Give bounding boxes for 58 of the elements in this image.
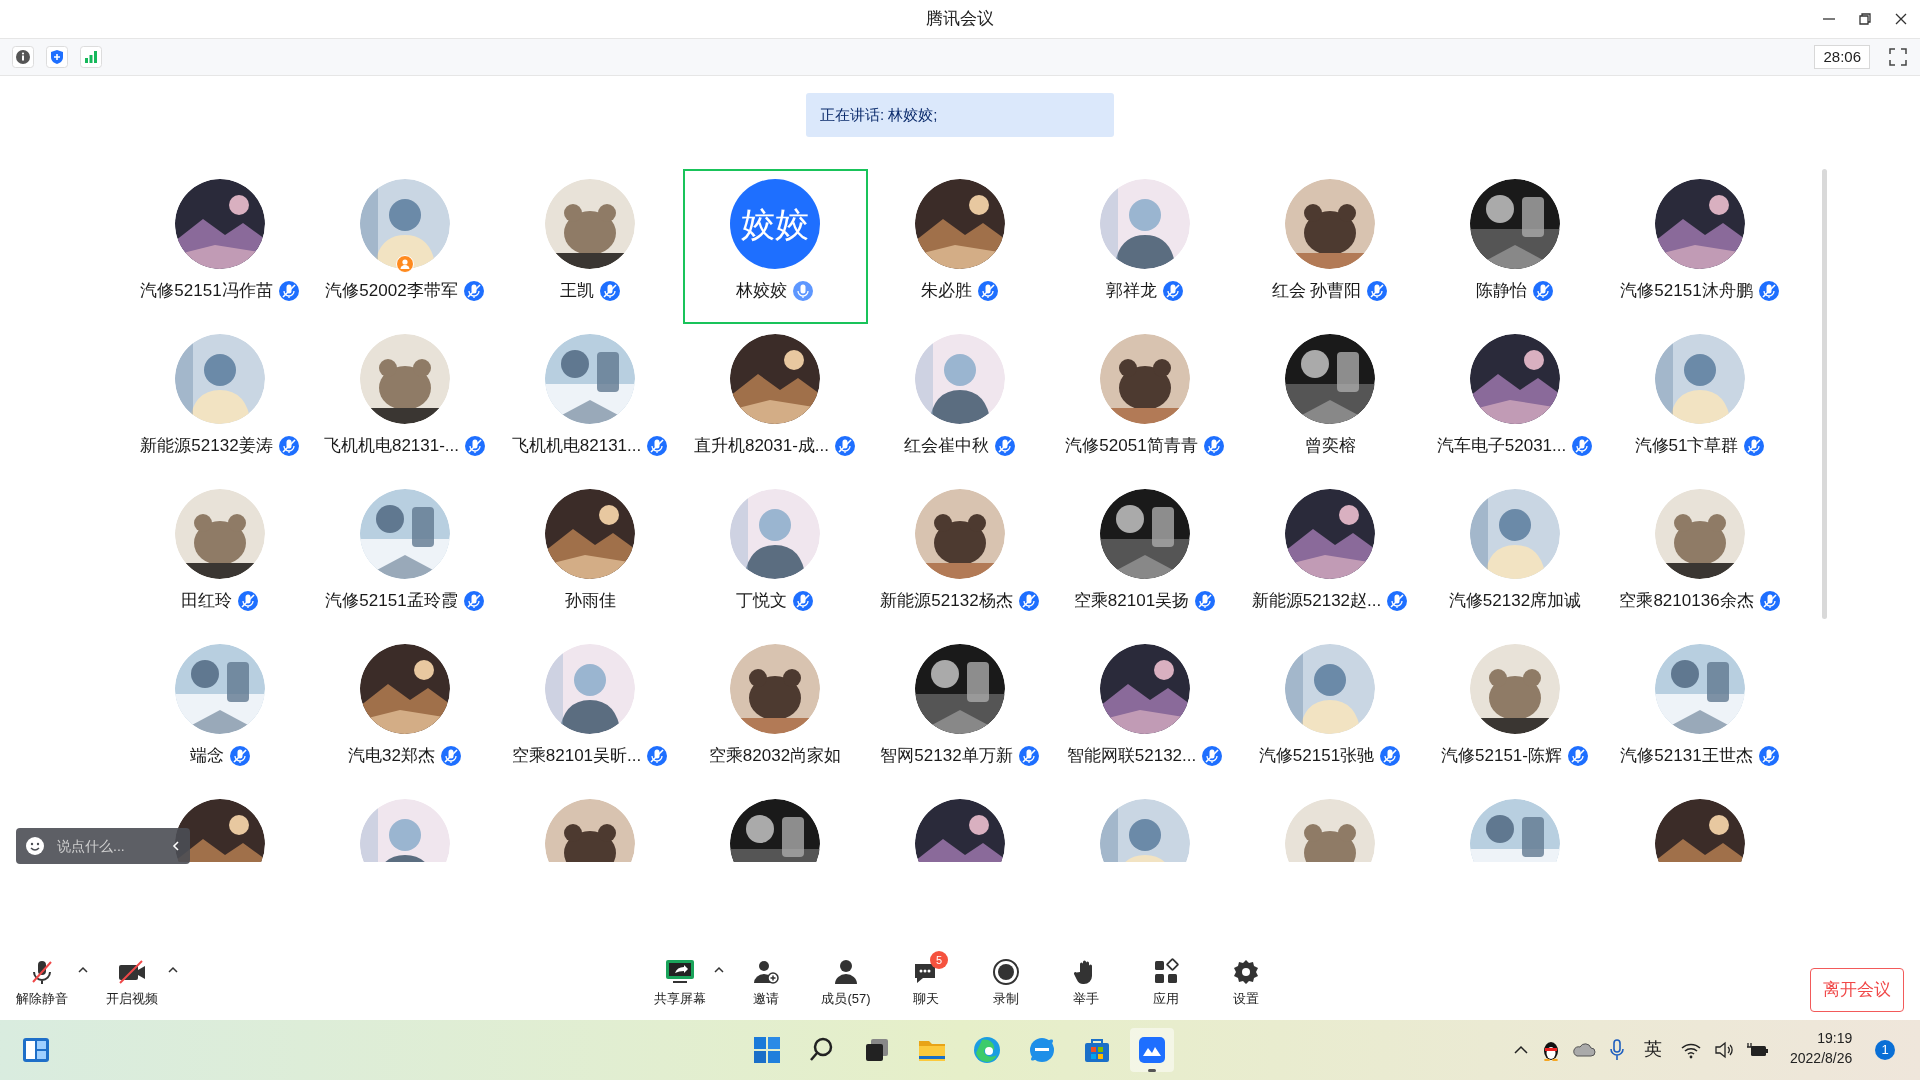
input-method-indicator[interactable]: 英: [1644, 1036, 1662, 1063]
participant-name: 直升机82031-成...: [693, 435, 830, 458]
participant-name: 田红玲: [181, 590, 232, 613]
toolbar-button[interactable]: 录制: [966, 950, 1046, 1009]
participant-name: 陈静怡: [1476, 280, 1527, 303]
toolbar-button[interactable]: 解除静音: [0, 950, 84, 1009]
participant-name: 空乘8210136余杰: [1619, 590, 1754, 613]
participant-name: 丁悦文: [736, 590, 787, 613]
participant-name: 汽车电子52031...: [1436, 435, 1567, 458]
participant-name: 王凯: [559, 280, 594, 303]
participant-name: 汽修52051简青青: [1065, 435, 1198, 458]
participant-name: 汽修52151-陈辉: [1441, 745, 1562, 768]
toolbar-button[interactable]: 成员(57): [806, 950, 886, 1009]
participant-name: 汽修52151冯作苗: [140, 280, 273, 303]
participant-name: 新能源52132赵...: [1251, 590, 1382, 613]
participant-name: 林姣姣: [736, 280, 787, 303]
notification-badge[interactable]: 1: [1875, 1040, 1895, 1060]
participant-name: 红会崔中秋: [904, 435, 989, 458]
participant-name: 曾奕榕: [1304, 435, 1356, 458]
meeting-timer: 28:06: [1814, 45, 1870, 69]
toolbar-button[interactable]: 开启视频: [90, 950, 174, 1009]
participant-name: 汽修52151张驰: [1258, 745, 1375, 768]
clock-date[interactable]: 2022/8/26: [1790, 1048, 1853, 1068]
toolbar-button[interactable]: 共享屏幕: [640, 950, 720, 1009]
participant-name: 郭祥龙: [1106, 280, 1157, 303]
avatar: 姣姣: [730, 179, 820, 269]
participant-name: 飞机机电82131...: [511, 435, 642, 458]
clock-time[interactable]: 19:19: [1817, 1028, 1853, 1048]
unread-count-badge: 5: [930, 951, 948, 969]
chat-bar[interactable]: 说点什么...: [16, 828, 190, 864]
toolbar-button[interactable]: 应用: [1126, 950, 1206, 1009]
participant-name: 新能源52132姜涛: [140, 435, 273, 458]
participant-name: 飞机机电82131-...: [323, 435, 460, 458]
leave-meeting-button[interactable]: 离开会议: [1810, 968, 1904, 1012]
participant-name: 智网52132单万新: [880, 745, 1013, 768]
speaking-banner: 正在讲话: 林姣姣;: [806, 93, 1114, 137]
participant-name: 空乘82101吴昕...: [511, 745, 642, 768]
participant-name: 红会 孙曹阳: [1271, 280, 1362, 303]
participant-name: 汽电32郑杰: [348, 745, 435, 768]
toolbar-button[interactable]: 邀请: [726, 950, 806, 1009]
participant-name: 汽修52131王世杰: [1620, 745, 1753, 768]
participant-name: 汽修51卞草群: [1634, 435, 1739, 458]
participant-name: 朱必胜: [921, 280, 972, 303]
toolbar-button[interactable]: 举手: [1046, 950, 1126, 1009]
participant-name: 汽修52151沐舟鹏: [1620, 280, 1753, 303]
participant-name: 汽修52132席加诚: [1448, 590, 1582, 613]
participant-name: 汽修52002李带军: [325, 280, 458, 303]
participant-name: 新能源52132杨杰: [880, 590, 1013, 613]
participant-name: 空乘82101吴扬: [1073, 590, 1190, 613]
participant-name: 智能网联52132...: [1066, 745, 1197, 768]
participant-name: 端念: [189, 745, 224, 768]
toolbar-button[interactable]: 设置: [1206, 950, 1286, 1009]
chat-input[interactable]: 说点什么...: [57, 835, 147, 857]
participant-name: 孙雨佳: [564, 590, 616, 613]
window-title: 腾讯会议: [926, 8, 994, 31]
participant-name: 汽修52151孟玲霞: [325, 590, 458, 613]
toolbar-button[interactable]: 聊天 5: [886, 950, 966, 1009]
participant-name: 空乘82032尚家如: [708, 745, 842, 768]
